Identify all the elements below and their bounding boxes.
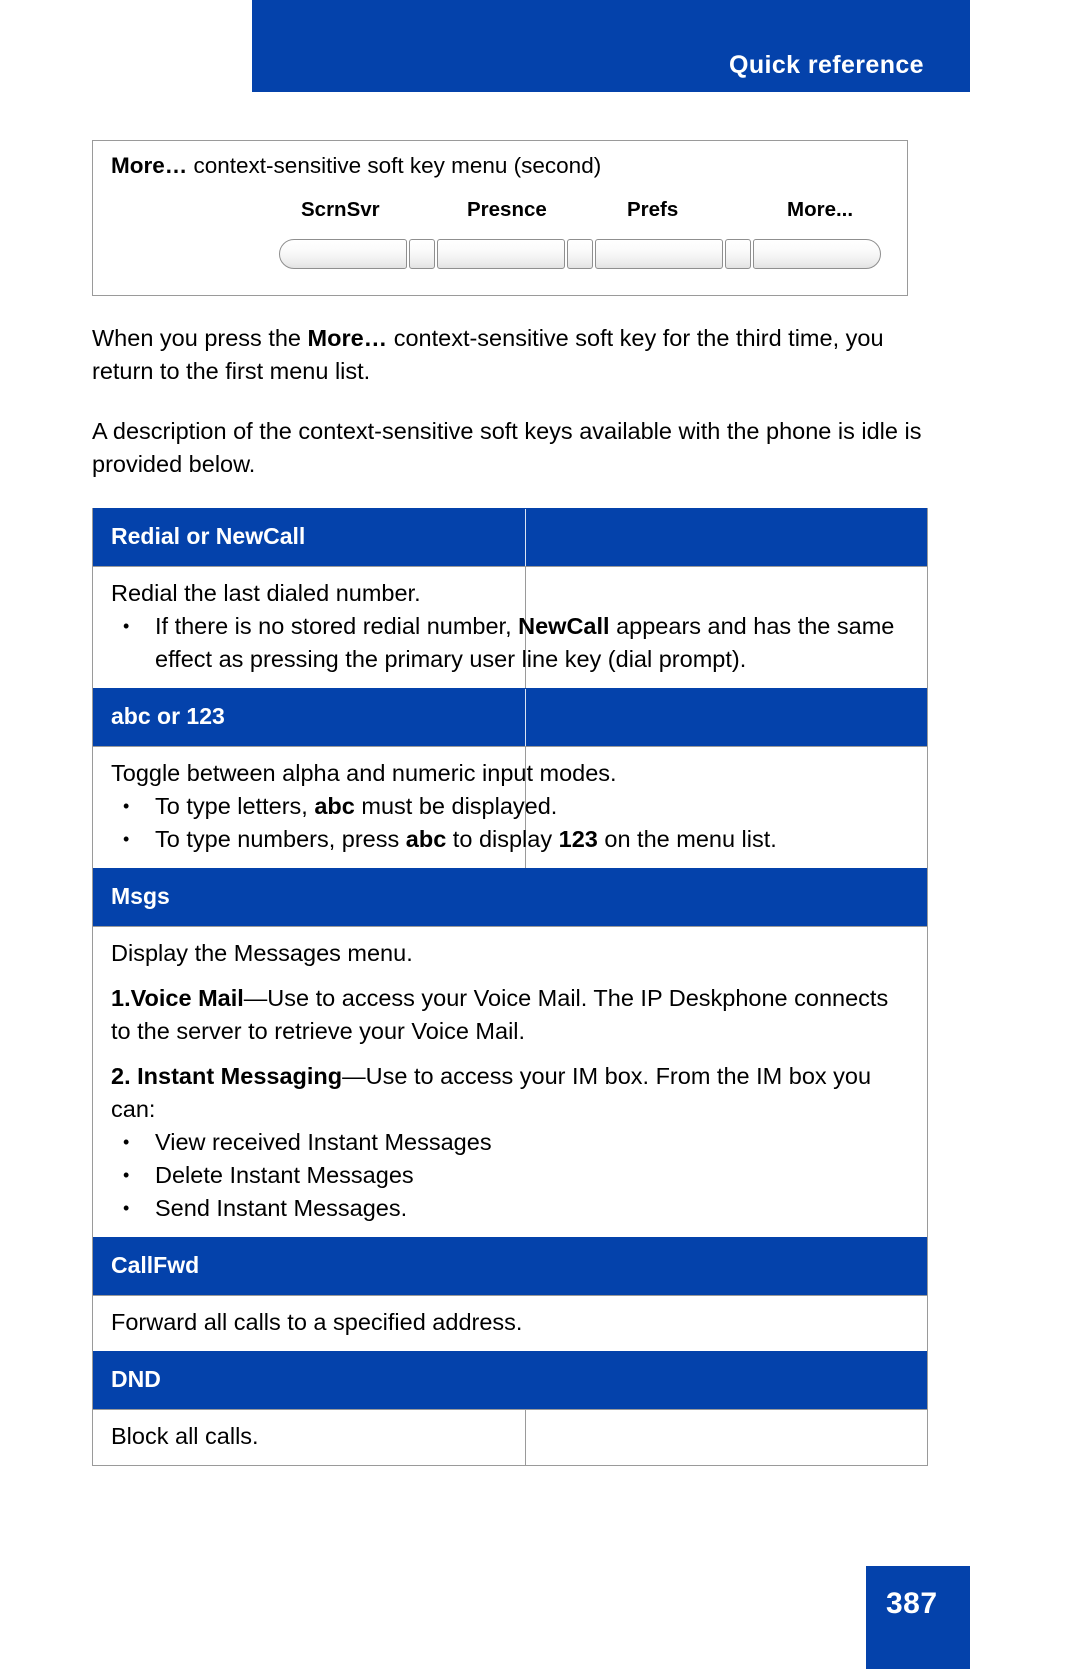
bullet-part-d: 123	[558, 826, 598, 852]
bullet-part-a: If there is no stored redial number,	[155, 613, 519, 639]
softkey-spacer-2	[567, 239, 593, 269]
page-header-bar: Quick reference	[252, 0, 970, 92]
table-row-header-redial: Redial or NewCall	[93, 508, 927, 566]
softkey-spacer-1	[409, 239, 435, 269]
bullet-part-b: NewCall	[518, 613, 610, 639]
list-item: To type numbers, press abc to display 12…	[111, 823, 909, 856]
softkey-figure: More… context-sensitive soft key menu (s…	[92, 140, 908, 296]
table-header-label-abc123: abc or 123	[111, 703, 225, 729]
bullet-part-a: To type letters,	[155, 793, 315, 819]
page-number-badge: 387	[866, 1566, 970, 1669]
row-divider	[525, 689, 526, 746]
redial-lead-text: Redial the last dialed number.	[111, 580, 421, 606]
para1-part-a: When you press the	[92, 325, 308, 351]
list-item: Delete Instant Messages	[111, 1159, 909, 1192]
softkey-figure-caption: More… context-sensitive soft key menu (s…	[111, 153, 601, 179]
bullet-part-a: To type numbers, press	[155, 826, 406, 852]
msgs-item-voice-mail: 1.Voice Mail—Use to access your Voice Ma…	[111, 982, 909, 1048]
bullet-part-e: on the menu list.	[597, 826, 777, 852]
msgs-item-instant-messaging: 2. Instant Messaging—Use to access your …	[111, 1060, 909, 1126]
softkey-button-2[interactable]	[437, 239, 565, 269]
bullet-part-b: abc	[314, 793, 355, 819]
list-item: View received Instant Messages	[111, 1126, 909, 1159]
softkey-label-row: ScrnSvr Presnce Prefs More...	[279, 198, 871, 226]
softkey-label-scrnsvr: ScrnSvr	[301, 198, 380, 221]
table-row-body-dnd: Block all calls.	[93, 1409, 927, 1465]
abc123-bullet-list: To type letters, abc must be displayed. …	[111, 790, 909, 856]
softkey-label-presnce: Presnce	[467, 198, 547, 221]
page-header-title: Quick reference	[729, 51, 924, 79]
redial-bullet-list: If there is no stored redial number, New…	[111, 610, 909, 676]
msgs-item2-bold: 2. Instant Messaging	[111, 1063, 343, 1089]
list-item: Send Instant Messages.	[111, 1192, 909, 1225]
msgs-bullet-list: View received Instant Messages Delete In…	[111, 1126, 909, 1225]
softkey-button-1[interactable]	[279, 239, 407, 269]
softkey-button-strip	[279, 237, 881, 271]
table-header-label-callfwd: CallFwd	[111, 1252, 200, 1278]
table-row-header-abc123: abc or 123	[93, 688, 927, 746]
softkey-caption-rest: context-sensitive soft key menu (second)	[187, 153, 602, 178]
bullet-part-c: must be displayed.	[354, 793, 558, 819]
table-header-label-msgs: Msgs	[111, 883, 170, 909]
paragraph-more-key: When you press the More… context-sensiti…	[92, 322, 936, 388]
softkey-spacer-3	[725, 239, 751, 269]
bullet-part-b: abc	[405, 826, 447, 852]
abc123-lead-text: Toggle between alpha and numeric input m…	[111, 760, 617, 786]
msgs-lead-text: Display the Messages menu.	[111, 940, 413, 966]
softkey-description-table: Redial or NewCall Redial the last dialed…	[92, 508, 928, 1466]
page-number: 387	[886, 1587, 938, 1620]
table-row-body-abc123: Toggle between alpha and numeric input m…	[93, 746, 927, 868]
msgs-item1-bold: 1.Voice Mail	[111, 985, 244, 1011]
row-divider	[525, 509, 526, 566]
callfwd-lead-text: Forward all calls to a specified address…	[111, 1309, 523, 1335]
para1-part-b: More…	[307, 325, 388, 351]
table-row-body-msgs: Display the Messages menu. 1.Voice Mail—…	[93, 926, 927, 1237]
table-row-body-redial: Redial the last dialed number. If there …	[93, 566, 927, 688]
table-row-header-dnd: DND	[93, 1351, 927, 1409]
softkey-caption-bold: More…	[111, 153, 188, 178]
paragraph-description-intro: A description of the context-sensitive s…	[92, 418, 922, 477]
table-header-label-redial: Redial or NewCall	[111, 523, 306, 549]
bullet-part-c: to display	[446, 826, 559, 852]
softkey-button-3[interactable]	[595, 239, 723, 269]
table-row-body-callfwd: Forward all calls to a specified address…	[93, 1295, 927, 1351]
softkey-label-more: More...	[787, 198, 854, 221]
table-row-header-msgs: Msgs	[93, 868, 927, 926]
list-item: To type letters, abc must be displayed.	[111, 790, 909, 823]
dnd-lead-text: Block all calls.	[111, 1423, 259, 1449]
table-header-label-dnd: DND	[111, 1366, 161, 1392]
list-item: If there is no stored redial number, New…	[111, 610, 909, 676]
table-row-header-callfwd: CallFwd	[93, 1237, 927, 1295]
softkey-label-prefs: Prefs	[627, 198, 679, 221]
row-divider	[525, 1410, 526, 1465]
softkey-button-4[interactable]	[753, 239, 881, 269]
